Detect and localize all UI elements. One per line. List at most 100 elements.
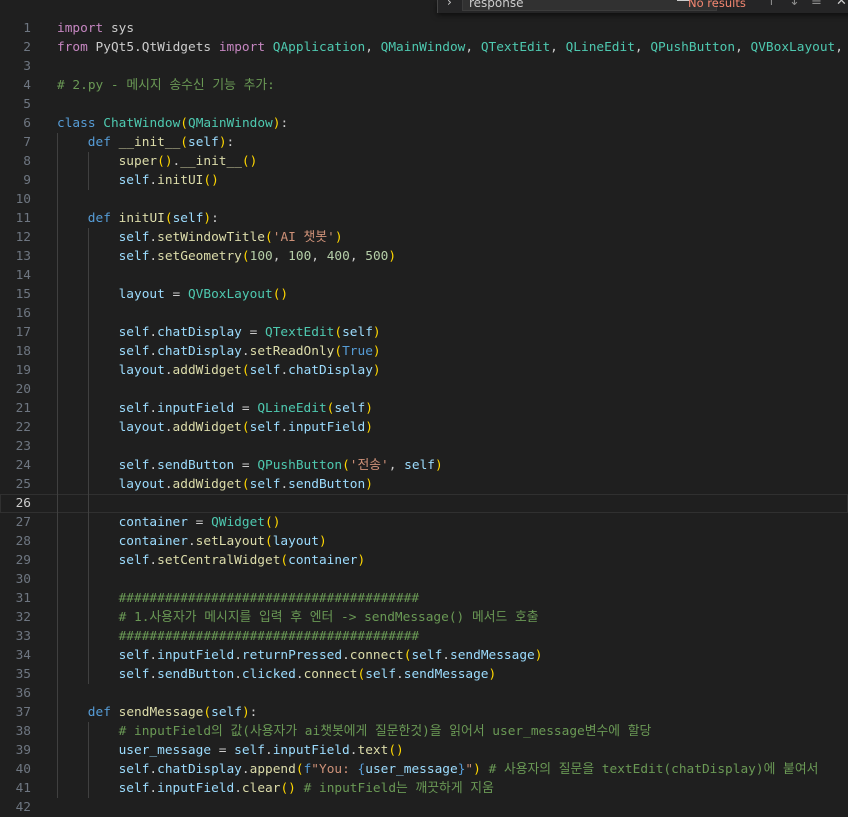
code-text: layout.addWidget(self.inputField) [119, 418, 373, 437]
close-icon[interactable]: ✕ [836, 0, 847, 9]
code-token: super [118, 154, 158, 169]
code-line[interactable]: 32 # 1.사용자가 메시지를 입력 후 엔터 -> sendMessage()… [0, 608, 848, 627]
code-line[interactable]: 12 self.setWindowTitle('AI 챗봇') [0, 228, 848, 247]
code-line[interactable]: 14 [0, 266, 848, 285]
code-line[interactable]: 35 self.sendButton.clicked.connect(self.s… [0, 665, 848, 684]
code-line[interactable]: 34 self.inputField.returnPressed.connect(… [0, 646, 848, 665]
code-token: 400 [326, 249, 350, 264]
code-line[interactable]: 19 layout.addWidget(self.chatDisplay) [0, 361, 848, 380]
code-line[interactable]: 24 self.sendButton = QPushButton('전송', se… [0, 456, 848, 475]
code-line[interactable]: 25 layout.addWidget(self.sendButton) [0, 475, 848, 494]
code-token: chatDisplay [288, 363, 373, 378]
code-line[interactable]: 7 def __init__(self): [0, 133, 848, 152]
code-token: addWidget [172, 420, 242, 435]
code-token: inputField [157, 648, 235, 663]
code-line[interactable]: 1 import sys [0, 19, 848, 38]
line-number: 27 [15, 515, 31, 530]
code-text: def initUI(self): [88, 209, 219, 228]
code-token: ) [372, 344, 381, 359]
code-token: . [280, 363, 289, 378]
code-editor[interactable]: 1 import sys 2 from PyQt5.QtWidgets import … [0, 19, 848, 817]
code-token: . [149, 648, 158, 663]
code-text: layout = QVBoxLayout() [119, 285, 289, 304]
code-line[interactable]: 13 self.setGeometry(100, 100, 400, 500) [0, 247, 848, 266]
code-token: . [265, 743, 273, 758]
code-line[interactable]: 2 from PyQt5.QtWidgets import QApplicatio… [0, 38, 848, 57]
line-number: 4 [23, 78, 31, 93]
code-text: container.setLayout(layout) [119, 532, 327, 551]
code-line[interactable]: 22 layout.addWidget(self.inputField) [0, 418, 848, 437]
code-line[interactable]: 4 # 2.py - 메시지 송수신 기능 추가: [0, 76, 848, 95]
code-token: ) [365, 477, 373, 492]
code-line[interactable]: 18 self.chatDisplay.setReadOnly(True) [0, 342, 848, 361]
indent-guide [87, 722, 89, 741]
code-line[interactable]: 8 super().__init__() [0, 152, 848, 171]
code-line[interactable]: 38 # inputField의 값(사용자가 ai챗봇에게 질문한것)을 읽어서… [0, 722, 848, 741]
code-token: self [118, 781, 150, 796]
code-line[interactable]: 21 self.inputField = QLineEdit(self) [0, 399, 848, 418]
next-match-icon[interactable]: ↓ [789, 0, 800, 9]
code-token: ( [334, 325, 343, 340]
code-line[interactable]: 11 def initUI(self): [0, 209, 848, 228]
code-line[interactable]: 15 layout = QVBoxLayout() [0, 285, 848, 304]
code-line[interactable]: 41 self.inputField.clear() # inputField는 … [0, 779, 848, 798]
code-text: ####################################### [119, 589, 419, 608]
indent-guide [57, 285, 58, 304]
code-line[interactable]: 33 ######################################… [0, 627, 848, 646]
code-token: self [365, 667, 397, 682]
match-case-icon[interactable]: Aa [657, 0, 670, 2]
code-token: ( [241, 420, 250, 435]
find-input[interactable]: response Aa ab .* [462, 0, 717, 11]
code-line[interactable]: 3 [0, 57, 848, 76]
code-line[interactable]: 40 self.chatDisplay.append(f"You: {user_m… [0, 760, 848, 779]
code-line[interactable]: 10 [0, 190, 848, 209]
code-line[interactable]: 37 def sendMessage(self): [0, 703, 848, 722]
indent-guide [87, 437, 89, 456]
code-line[interactable]: 16 [0, 304, 848, 323]
code-line[interactable]: 39 user_message = self.inputField.text() [0, 741, 848, 760]
toggle-replace-icon[interactable]: › [447, 0, 452, 9]
code-line[interactable]: 31 ######################################… [0, 589, 848, 608]
code-token: class [57, 116, 96, 131]
code-line[interactable]: 36 [0, 684, 848, 703]
indent-guide [57, 380, 58, 399]
line-number: 37 [15, 705, 31, 720]
code-token: ) [365, 401, 373, 416]
code-token: user_message [365, 762, 458, 777]
indent-guide [87, 456, 89, 475]
code-line[interactable]: 27 container = QWidget() [0, 513, 848, 532]
code-text: # inputField의 값(사용자가 ai챗봇에게 질문한것)을 읽어서 u… [119, 722, 652, 741]
code-line[interactable]: 42 [0, 798, 848, 817]
code-line[interactable]: 17 self.chatDisplay = QTextEdit(self) [0, 323, 848, 342]
code-line[interactable]: 6 class ChatWindow(QMainWindow): [0, 114, 848, 133]
code-token: () [280, 781, 296, 796]
code-token: self [118, 458, 150, 473]
code-line[interactable]: 26 [0, 494, 848, 513]
code-line[interactable]: 30 [0, 570, 848, 589]
code-line[interactable]: 29 self.setCentralWidget(container) [0, 551, 848, 570]
code-token: ) [218, 135, 227, 150]
code-line[interactable]: 28 container.setLayout(layout) [0, 532, 848, 551]
code-token: . [280, 420, 289, 435]
code-line[interactable]: 5 [0, 95, 848, 114]
indent-guide [57, 418, 58, 437]
indent-guide [57, 399, 58, 418]
code-token: = [234, 458, 258, 473]
line-number: 35 [15, 667, 31, 682]
code-line[interactable]: 20 [0, 380, 848, 399]
code-token: self [118, 230, 150, 245]
indent-guide [57, 589, 58, 608]
code-line[interactable]: 9 self.initUI() [0, 171, 848, 190]
code-token: : [211, 211, 219, 226]
code-token: sendButton [157, 667, 235, 682]
code-token: . [149, 401, 158, 416]
code-token: ( [241, 477, 250, 492]
code-token: QTextEdit [480, 40, 551, 55]
code-line[interactable]: 23 [0, 437, 848, 456]
find-menu-icon[interactable]: ≡ [811, 0, 822, 9]
previous-match-icon[interactable]: ↑ [766, 0, 777, 9]
code-token: . [149, 325, 158, 340]
